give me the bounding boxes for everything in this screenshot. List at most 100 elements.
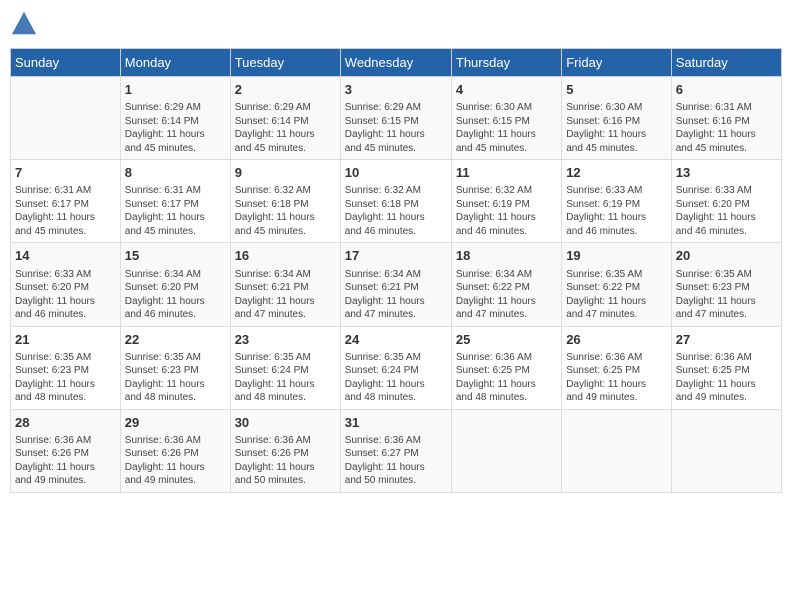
day-number: 25: [456, 331, 557, 349]
day-number: 12: [566, 164, 667, 182]
day-number: 6: [676, 81, 777, 99]
day-number: 5: [566, 81, 667, 99]
day-info: Sunrise: 6:35 AM Sunset: 6:22 PM Dayligh…: [566, 268, 667, 322]
calendar-cell: 13Sunrise: 6:33 AM Sunset: 6:20 PM Dayli…: [671, 160, 781, 243]
calendar-cell: 12 Sunrise: 6:33 AM Sunset: 6:19 PM Dayli…: [562, 160, 672, 243]
day-number: 19: [566, 247, 667, 265]
day-info: Sunrise: 6:35 AM Sunset: 6:24 PM Dayligh…: [235, 351, 336, 405]
logo: [10, 10, 42, 38]
day-number: 29: [125, 414, 226, 432]
calendar-cell: [562, 409, 672, 492]
calendar-cell: 26 Sunrise: 6:36 AM Sunset: 6:25 PM Dayli…: [562, 326, 672, 409]
calendar-cell: 18Sunrise: 6:34 AM Sunset: 6:22 PM Dayli…: [451, 243, 561, 326]
day-number: 22: [125, 331, 226, 349]
calendar-cell: 29Sunrise: 6:36 AM Sunset: 6:26 PM Dayli…: [120, 409, 230, 492]
day-number: 24: [345, 331, 447, 349]
calendar-cell: 4 Sunrise: 6:30 AM Sunset: 6:15 PM Daylig…: [451, 77, 561, 160]
calendar-cell: [671, 409, 781, 492]
calendar-cell: 24 Sunrise: 6:35 AM Sunset: 6:24 PM Dayli…: [340, 326, 451, 409]
day-number: 23: [235, 331, 336, 349]
day-info: Sunrise: 6:35 AM Sunset: 6:23 PM Dayligh…: [125, 351, 226, 405]
calendar-cell: 28 Sunrise: 6:36 AM Sunset: 6:26 PM Dayli…: [11, 409, 121, 492]
calendar-cell: 9Sunrise: 6:32 AM Sunset: 6:18 PM Daylig…: [230, 160, 340, 243]
day-info: Sunrise: 6:36 AM Sunset: 6:27 PM Dayligh…: [345, 434, 447, 488]
day-number: 28: [15, 414, 116, 432]
day-number: 13: [676, 164, 777, 182]
day-info: Sunrise: 6:29 AM Sunset: 6:14 PM Dayligh…: [125, 101, 226, 155]
calendar-cell: 31 Sunrise: 6:36 AM Sunset: 6:27 PM Dayli…: [340, 409, 451, 492]
calendar-week-row: 28 Sunrise: 6:36 AM Sunset: 6:26 PM Dayli…: [11, 409, 782, 492]
calendar-cell: 21 Sunrise: 6:35 AM Sunset: 6:23 PM Dayli…: [11, 326, 121, 409]
day-number: 11: [456, 164, 557, 182]
calendar-cell: 6 Sunrise: 6:31 AM Sunset: 6:16 PM Daylig…: [671, 77, 781, 160]
day-number: 8: [125, 164, 226, 182]
day-info: Sunrise: 6:36 AM Sunset: 6:26 PM Dayligh…: [235, 434, 336, 488]
calendar-week-row: 7 Sunrise: 6:31 AM Sunset: 6:17 PM Daylig…: [11, 160, 782, 243]
day-number: 14: [15, 247, 116, 265]
day-info: Sunrise: 6:30 AM Sunset: 6:16 PM Dayligh…: [566, 101, 667, 155]
weekday-header-tuesday: Tuesday: [230, 49, 340, 77]
day-number: 17: [345, 247, 447, 265]
calendar-cell: 1Sunrise: 6:29 AM Sunset: 6:14 PM Daylig…: [120, 77, 230, 160]
weekday-header-sunday: Sunday: [11, 49, 121, 77]
day-info: Sunrise: 6:31 AM Sunset: 6:17 PM Dayligh…: [15, 184, 116, 238]
calendar-week-row: 21 Sunrise: 6:35 AM Sunset: 6:23 PM Dayli…: [11, 326, 782, 409]
day-info: Sunrise: 6:35 AM Sunset: 6:24 PM Dayligh…: [345, 351, 447, 405]
calendar-cell: 3Sunrise: 6:29 AM Sunset: 6:15 PM Daylig…: [340, 77, 451, 160]
calendar-cell: 8 Sunrise: 6:31 AM Sunset: 6:17 PM Daylig…: [120, 160, 230, 243]
day-number: 16: [235, 247, 336, 265]
day-info: Sunrise: 6:30 AM Sunset: 6:15 PM Dayligh…: [456, 101, 557, 155]
day-info: Sunrise: 6:29 AM Sunset: 6:15 PM Dayligh…: [345, 101, 447, 155]
day-number: 9: [235, 164, 336, 182]
calendar-cell: 23 Sunrise: 6:35 AM Sunset: 6:24 PM Dayli…: [230, 326, 340, 409]
day-number: 30: [235, 414, 336, 432]
day-number: 7: [15, 164, 116, 182]
day-info: Sunrise: 6:33 AM Sunset: 6:19 PM Dayligh…: [566, 184, 667, 238]
day-info: Sunrise: 6:31 AM Sunset: 6:17 PM Dayligh…: [125, 184, 226, 238]
calendar-cell: 10Sunrise: 6:32 AM Sunset: 6:18 PM Dayli…: [340, 160, 451, 243]
calendar-cell: 7 Sunrise: 6:31 AM Sunset: 6:17 PM Daylig…: [11, 160, 121, 243]
day-info: Sunrise: 6:35 AM Sunset: 6:23 PM Dayligh…: [15, 351, 116, 405]
weekday-header-saturday: Saturday: [671, 49, 781, 77]
calendar-body: 1Sunrise: 6:29 AM Sunset: 6:14 PM Daylig…: [11, 77, 782, 493]
calendar-cell: [451, 409, 561, 492]
weekday-header-thursday: Thursday: [451, 49, 561, 77]
calendar-cell: 30 Sunrise: 6:36 AM Sunset: 6:26 PM Dayli…: [230, 409, 340, 492]
day-info: Sunrise: 6:34 AM Sunset: 6:20 PM Dayligh…: [125, 268, 226, 322]
day-info: Sunrise: 6:31 AM Sunset: 6:16 PM Dayligh…: [676, 101, 777, 155]
weekday-header-wednesday: Wednesday: [340, 49, 451, 77]
calendar-table: SundayMondayTuesdayWednesdayThursdayFrid…: [10, 48, 782, 493]
day-number: 26: [566, 331, 667, 349]
day-number: 20: [676, 247, 777, 265]
day-number: 18: [456, 247, 557, 265]
day-number: 15: [125, 247, 226, 265]
calendar-cell: 19 Sunrise: 6:35 AM Sunset: 6:22 PM Dayli…: [562, 243, 672, 326]
calendar-week-row: 14 Sunrise: 6:33 AM Sunset: 6:20 PM Dayli…: [11, 243, 782, 326]
day-number: 27: [676, 331, 777, 349]
calendar-cell: 25Sunrise: 6:36 AM Sunset: 6:25 PM Dayli…: [451, 326, 561, 409]
day-info: Sunrise: 6:35 AM Sunset: 6:23 PM Dayligh…: [676, 268, 777, 322]
logo-icon: [10, 10, 38, 38]
day-info: Sunrise: 6:34 AM Sunset: 6:21 PM Dayligh…: [345, 268, 447, 322]
day-info: Sunrise: 6:36 AM Sunset: 6:26 PM Dayligh…: [15, 434, 116, 488]
calendar-cell: 17 Sunrise: 6:34 AM Sunset: 6:21 PM Dayli…: [340, 243, 451, 326]
day-number: 31: [345, 414, 447, 432]
day-info: Sunrise: 6:32 AM Sunset: 6:19 PM Dayligh…: [456, 184, 557, 238]
day-info: Sunrise: 6:33 AM Sunset: 6:20 PM Dayligh…: [15, 268, 116, 322]
day-number: 4: [456, 81, 557, 99]
day-info: Sunrise: 6:36 AM Sunset: 6:25 PM Dayligh…: [566, 351, 667, 405]
calendar-cell: 2Sunrise: 6:29 AM Sunset: 6:14 PM Daylig…: [230, 77, 340, 160]
day-number: 21: [15, 331, 116, 349]
weekday-header-friday: Friday: [562, 49, 672, 77]
calendar-cell: 14 Sunrise: 6:33 AM Sunset: 6:20 PM Dayli…: [11, 243, 121, 326]
day-info: Sunrise: 6:34 AM Sunset: 6:21 PM Dayligh…: [235, 268, 336, 322]
header: [10, 10, 782, 38]
calendar-header-row: SundayMondayTuesdayWednesdayThursdayFrid…: [11, 49, 782, 77]
day-info: Sunrise: 6:36 AM Sunset: 6:25 PM Dayligh…: [676, 351, 777, 405]
day-number: 2: [235, 81, 336, 99]
calendar-cell: 11 Sunrise: 6:32 AM Sunset: 6:19 PM Dayli…: [451, 160, 561, 243]
calendar-week-row: 1Sunrise: 6:29 AM Sunset: 6:14 PM Daylig…: [11, 77, 782, 160]
calendar-cell: 20 Sunrise: 6:35 AM Sunset: 6:23 PM Dayli…: [671, 243, 781, 326]
calendar-cell: 15 Sunrise: 6:34 AM Sunset: 6:20 PM Dayli…: [120, 243, 230, 326]
calendar-cell: 27 Sunrise: 6:36 AM Sunset: 6:25 PM Dayli…: [671, 326, 781, 409]
